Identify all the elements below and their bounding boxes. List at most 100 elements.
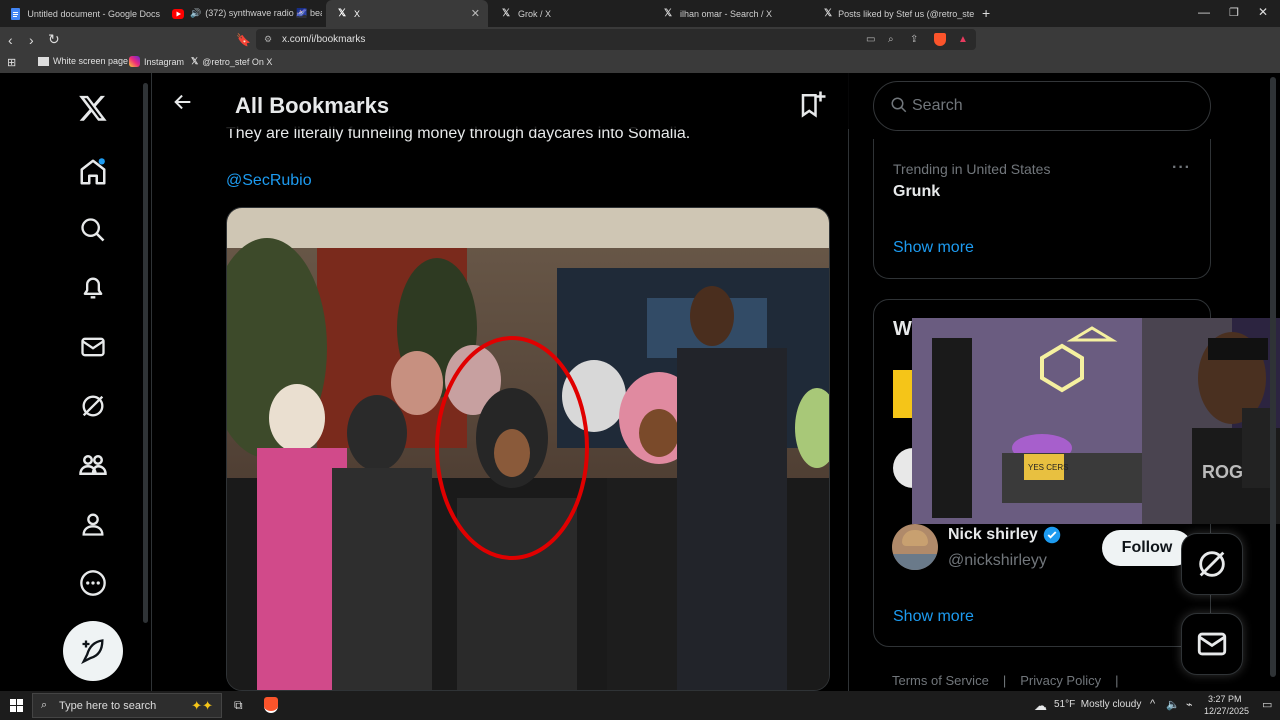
tab-label: X — [354, 8, 361, 19]
follow-button[interactable]: Follow — [1102, 530, 1192, 566]
scrollbar[interactable] — [143, 83, 148, 623]
grok-float-button[interactable] — [1181, 533, 1243, 595]
start-icon[interactable] — [10, 699, 23, 717]
trends-panel: Trending in United States ··· Grunk Show… — [873, 139, 1211, 279]
youtube-icon — [172, 8, 184, 20]
add-bookmark-folder-icon[interactable] — [798, 89, 828, 124]
tab-google-docs[interactable]: Untitled document - Google Docs — [0, 0, 160, 27]
more-icon[interactable] — [64, 554, 122, 612]
grok-icon — [1199, 551, 1225, 577]
zoom-icon[interactable]: ⌕ — [888, 34, 894, 45]
url-field[interactable]: ⚙ x.com/i/bookmarks ▭ ⌕ ⇪ ▲ — [256, 29, 976, 50]
bookmark-instagram[interactable]: Instagram — [129, 56, 184, 67]
weather-text[interactable]: 51°F Mostly cloudy — [1054, 699, 1141, 710]
close-icon[interactable]: ✕ — [471, 7, 480, 20]
tab-label: (372) synthwave radio 🌌 beats — [205, 8, 322, 18]
tweet-photo[interactable] — [226, 207, 830, 691]
avatar[interactable] — [892, 524, 938, 570]
volume-icon[interactable]: 🔈 — [1166, 698, 1180, 711]
network-icon[interactable]: ⌁ — [1186, 698, 1193, 711]
forward-icon[interactable]: › — [29, 33, 34, 47]
taskbar-search-placeholder: Type here to search — [59, 699, 157, 712]
cast-icon[interactable]: ▭ — [866, 34, 875, 45]
new-tab-icon[interactable]: + — [982, 6, 990, 20]
feather-plus-icon — [81, 639, 104, 665]
instagram-icon — [129, 56, 140, 67]
profile-icon[interactable] — [64, 495, 122, 553]
tab-liked[interactable]: 𝕏 Posts liked by Stef us (@retro_stef) / — [814, 0, 974, 27]
messages-float-button[interactable] — [1181, 613, 1243, 675]
tab-grok[interactable]: 𝕏 Grok / X — [490, 0, 650, 27]
right-scrollbar[interactable] — [1270, 77, 1276, 677]
trend-name[interactable]: Grunk — [893, 183, 940, 201]
divider: | — [1115, 673, 1119, 688]
docs-icon — [10, 7, 21, 20]
messages-icon[interactable] — [64, 318, 122, 376]
tray-chevron-icon[interactable]: ^ — [1150, 698, 1155, 710]
show-more-link[interactable]: Show more — [893, 239, 974, 257]
x-page: They are literally funneling money throu… — [0, 73, 1280, 691]
suggestion-avatar — [893, 370, 913, 418]
restore-icon[interactable]: ❐ — [1229, 6, 1239, 20]
terms-link[interactable]: Terms of Service — [892, 673, 989, 688]
sparkle-icon: ✦✦ — [191, 697, 213, 713]
x-logo[interactable] — [64, 79, 122, 137]
grok-icon[interactable] — [64, 377, 122, 435]
account-name[interactable]: Nick shirley — [948, 526, 1038, 544]
search-icon: ⌕ — [41, 699, 48, 711]
address-toolbar: ‹ › ↻ 🔖 ⚙ x.com/i/bookmarks ▭ ⌕ ⇪ ▲ ⤓ ♫ … — [0, 27, 1280, 74]
verified-badge-icon — [1043, 526, 1061, 544]
search-input[interactable]: Search — [873, 81, 1211, 131]
brave-taskbar-icon[interactable] — [264, 697, 278, 713]
explore-icon[interactable] — [64, 201, 122, 259]
more-options-icon[interactable]: ··· — [1172, 159, 1191, 177]
x-icon: 𝕏 — [824, 8, 833, 19]
share-icon[interactable]: ⇪ — [910, 34, 918, 45]
bookmark-retro-stef[interactable]: 𝕏 @retro_stef On X — [191, 56, 272, 67]
compose-post-button[interactable] — [63, 621, 123, 681]
brave-rewards-icon[interactable]: ▲ — [958, 34, 968, 45]
tab-youtube[interactable]: 🔊 (372) synthwave radio 🌌 beats — [162, 0, 322, 27]
reload-icon[interactable]: ↻ — [48, 32, 60, 46]
tab-label: Posts liked by Stef us (@retro_stef) / — [838, 8, 974, 19]
bookmark-white-screen[interactable]: White screen page — [38, 56, 128, 66]
url-text: x.com/i/bookmarks — [282, 34, 366, 45]
speaker-icon: 🔊 — [190, 8, 202, 18]
task-view-icon[interactable]: ⧉ — [234, 698, 243, 713]
home-icon[interactable] — [64, 143, 122, 201]
tab-x-active[interactable]: 𝕏 X ✕ — [326, 0, 488, 27]
x-icon: 𝕏 — [501, 8, 511, 19]
mail-icon — [1197, 632, 1227, 656]
notifications-icon[interactable] — [64, 259, 122, 317]
show-more-link[interactable]: Show more — [893, 608, 974, 626]
page-title: All Bookmarks — [235, 93, 390, 118]
apps-icon[interactable]: ⊞ — [7, 56, 16, 69]
tab-label: Grok / X — [518, 8, 552, 19]
webcam-feed-image: YES CERS ROG — [912, 318, 1280, 524]
close-window-icon[interactable]: ✕ — [1258, 5, 1268, 19]
bookmark-label: White screen page — [53, 56, 129, 66]
left-navigation — [0, 73, 150, 691]
back-icon[interactable]: ‹ — [8, 33, 13, 47]
back-arrow-icon[interactable] — [172, 91, 194, 118]
clock-date[interactable]: 12/27/2025 — [1204, 706, 1249, 716]
bookmark-icon[interactable]: 🔖 — [236, 33, 251, 47]
brave-shields-icon[interactable] — [934, 33, 946, 46]
communities-icon[interactable] — [64, 436, 122, 494]
taskbar-search-input[interactable]: ⌕ Type here to search ✦✦ — [32, 693, 222, 718]
site-settings-icon[interactable]: ⚙ — [264, 34, 272, 45]
tab-label: ilhan omar - Search / X — [680, 8, 773, 19]
panel-title: W — [893, 318, 912, 340]
x-icon: 𝕏 — [663, 8, 673, 19]
x-icon: 𝕏 — [191, 56, 199, 66]
minimize-icon[interactable]: — — [1198, 5, 1210, 19]
webcam-overlay: YES CERS ROG — [912, 318, 1280, 524]
tab-search[interactable]: 𝕏 ilhan omar - Search / X — [652, 0, 812, 27]
mention-link[interactable]: @SecRubio — [226, 172, 312, 190]
privacy-link[interactable]: Privacy Policy — [1020, 673, 1101, 688]
clock-time[interactable]: 3:27 PM — [1208, 694, 1242, 704]
footer-links: Terms of Service | Privacy Policy | — [892, 673, 1119, 688]
weather-icon: ☁ — [1034, 698, 1047, 713]
bookmark-label: Instagram — [144, 56, 185, 67]
notification-center-icon[interactable]: ▭ — [1262, 698, 1272, 711]
